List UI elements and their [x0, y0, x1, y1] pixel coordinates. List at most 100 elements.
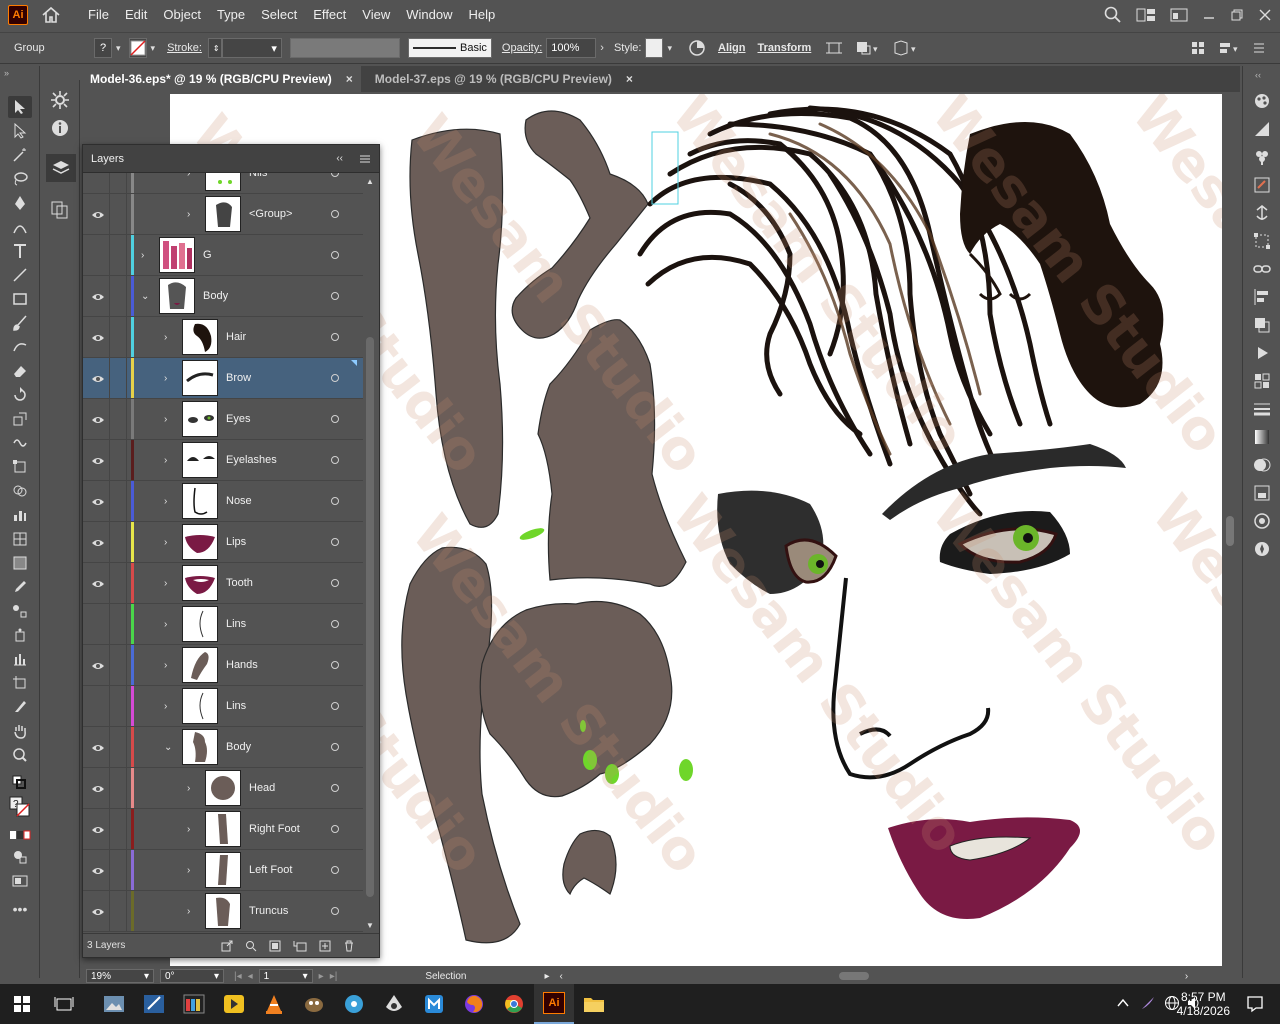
menu-view[interactable]: View	[354, 0, 398, 30]
appearance-panel-icon[interactable]	[1253, 484, 1271, 505]
align-panel-icon[interactable]	[1253, 288, 1271, 309]
curvature-tool-icon[interactable]	[8, 216, 32, 238]
target-circle-icon[interactable]	[331, 210, 339, 218]
visibility-eye-icon[interactable]	[91, 537, 105, 547]
more-tools-icon[interactable]: •••	[8, 898, 32, 920]
eraser-tool-icon[interactable]	[8, 360, 32, 382]
links-icon[interactable]	[1253, 260, 1271, 281]
layer-row[interactable]: › <Group>	[83, 194, 363, 235]
visibility-eye-icon[interactable]	[91, 332, 105, 342]
canvas-vertical-scrollbar[interactable]	[1224, 96, 1236, 962]
visibility-eye-icon[interactable]	[91, 865, 105, 875]
layer-name[interactable]: Nils	[249, 173, 267, 179]
layer-row[interactable]: › Tooth	[83, 563, 363, 604]
lock-toggle[interactable]	[109, 850, 127, 890]
lock-toggle[interactable]	[109, 481, 127, 521]
new-layer-icon[interactable]	[319, 940, 331, 952]
file-explorer-icon[interactable]	[574, 984, 614, 1024]
target-circle-icon[interactable]	[331, 538, 339, 546]
layer-row[interactable]: › Lins	[83, 686, 363, 727]
layers-panel-icon[interactable]	[46, 154, 76, 182]
visibility-eye-icon[interactable]	[91, 291, 105, 301]
transform-panel-icon[interactable]	[1253, 232, 1271, 253]
layer-row[interactable]: › Nose	[83, 481, 363, 522]
layer-name[interactable]: Body	[203, 290, 228, 302]
pathfinder-panel-icon[interactable]	[1253, 316, 1271, 337]
chevron-right-icon[interactable]: ›	[141, 250, 144, 261]
target-circle-icon[interactable]	[331, 173, 339, 177]
layer-row[interactable]: ⌄ Body	[83, 727, 363, 768]
lock-toggle[interactable]	[109, 809, 127, 849]
target-circle-icon[interactable]	[331, 579, 339, 587]
rectangle-tool-icon[interactable]	[8, 288, 32, 310]
media-player-icon[interactable]	[414, 984, 454, 1024]
stroke-label[interactable]: Stroke:	[167, 42, 202, 54]
layer-row[interactable]: › Right Foot	[83, 809, 363, 850]
target-circle-icon[interactable]	[331, 415, 339, 423]
menu-help[interactable]: Help	[460, 0, 503, 30]
style-swatch[interactable]	[645, 38, 664, 58]
visibility-eye-icon[interactable]	[91, 824, 105, 834]
target-circle-icon[interactable]	[331, 251, 339, 259]
menu-select[interactable]: Select	[253, 0, 305, 30]
chevron-right-icon[interactable]: ›	[187, 824, 190, 835]
symbol-sprayer-tool-icon[interactable]	[8, 624, 32, 646]
blend-tool-icon[interactable]	[8, 600, 32, 622]
lock-toggle[interactable]	[109, 399, 127, 439]
lock-toggle[interactable]	[109, 604, 127, 644]
restore-icon[interactable]	[1230, 8, 1244, 22]
target-circle-icon[interactable]	[331, 456, 339, 464]
brushes-icon[interactable]	[1253, 176, 1271, 197]
properties-icon[interactable]	[50, 90, 70, 113]
image-trace-icon[interactable]	[1253, 512, 1271, 533]
gradient-tool-icon[interactable]	[8, 552, 32, 574]
layer-row[interactable]: › Hands	[83, 645, 363, 686]
selection-tool-icon[interactable]	[8, 96, 32, 118]
fill-swatch[interactable]: ?	[94, 38, 112, 58]
chevron-down-icon[interactable]: ⌄	[141, 291, 149, 302]
layer-name[interactable]: Nose	[226, 495, 252, 507]
layer-row[interactable]: ⌄ Body	[83, 276, 363, 317]
chevron-down-icon[interactable]: ▾	[116, 43, 121, 54]
photos-app-icon[interactable]	[94, 984, 134, 1024]
chevron-right-icon[interactable]: ›	[187, 783, 190, 794]
lasso-tool-icon[interactable]	[8, 168, 32, 190]
target-circle-icon[interactable]	[331, 333, 339, 341]
minimize-icon[interactable]	[1202, 8, 1216, 22]
layer-row[interactable]: › Truncus	[83, 891, 363, 932]
target-circle-icon[interactable]	[331, 825, 339, 833]
firefox-icon[interactable]	[454, 984, 494, 1024]
shaper-tool-icon[interactable]	[8, 336, 32, 358]
photos-flower-icon[interactable]	[334, 984, 374, 1024]
panel-menu-icon[interactable]	[359, 153, 371, 165]
chevron-right-icon[interactable]: ›	[164, 414, 167, 425]
chevron-right-icon[interactable]: ›	[187, 173, 190, 179]
chevron-right-icon[interactable]: ›	[164, 455, 167, 466]
layer-name[interactable]: Hands	[226, 659, 258, 671]
layer-name[interactable]: Right Foot	[249, 823, 300, 835]
chevron-down-icon[interactable]: ▾	[667, 43, 672, 54]
pen-tool-icon[interactable]	[8, 192, 32, 214]
illustrator-taskbar-icon[interactable]: Ai	[534, 984, 574, 1024]
chevron-right-icon[interactable]: ›	[164, 332, 167, 343]
zoom-tool-icon[interactable]	[8, 744, 32, 766]
menu-file[interactable]: File	[80, 0, 117, 30]
first-artboard-icon[interactable]: |◂	[234, 971, 242, 982]
layer-row[interactable]: › Lins	[83, 604, 363, 645]
fill-stroke-icon[interactable]: ?	[8, 796, 32, 818]
stroke-stepper[interactable]: ⇕	[207, 38, 222, 58]
collapse-tools-icon[interactable]: »	[4, 68, 9, 78]
chevron-right-icon[interactable]: ›	[164, 660, 167, 671]
brush-definition[interactable]: Basic	[407, 38, 492, 58]
chevron-down-icon[interactable]: ⌄	[164, 742, 172, 753]
menu-effect[interactable]: Effect	[305, 0, 354, 30]
trash-icon[interactable]	[343, 940, 355, 952]
target-circle-icon[interactable]	[331, 907, 339, 915]
visibility-eye-icon[interactable]	[91, 660, 105, 670]
layer-name[interactable]: Hair	[226, 331, 246, 343]
artboards-panel-icon[interactable]	[50, 200, 70, 223]
stroke-swatch[interactable]	[128, 38, 147, 58]
chevron-up-icon[interactable]	[1116, 996, 1130, 1013]
layers-scrollbar[interactable]: ▲ ▼	[365, 177, 375, 931]
menu-type[interactable]: Type	[209, 0, 253, 30]
